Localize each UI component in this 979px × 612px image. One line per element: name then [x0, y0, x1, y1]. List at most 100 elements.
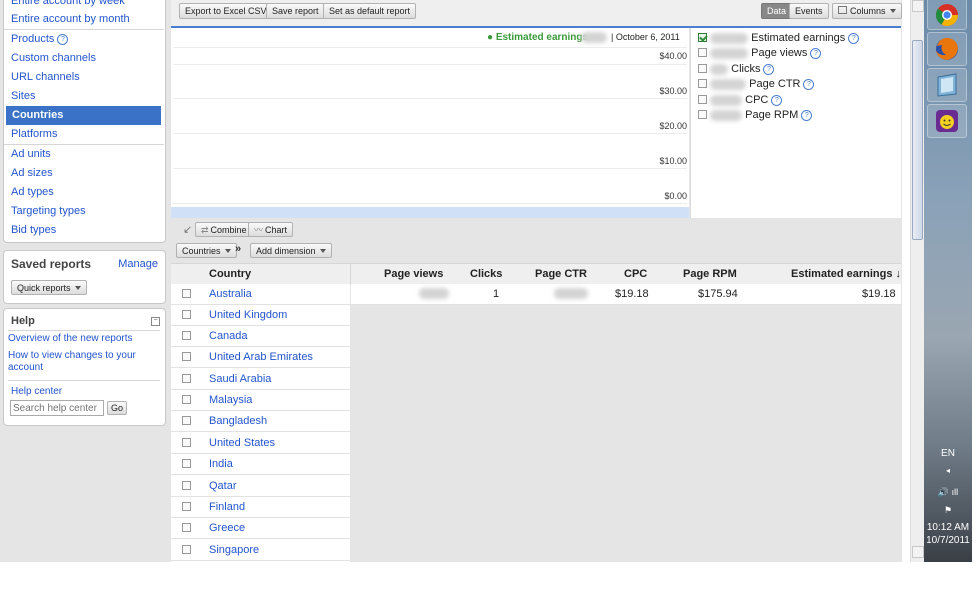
help-link-overview[interactable]: Overview of the new reports: [8, 333, 158, 344]
help-icon[interactable]: ?: [803, 79, 815, 90]
checkbox-icon[interactable]: [698, 64, 707, 73]
table-row[interactable]: Bangladesh: [171, 411, 350, 432]
help-search-go-button[interactable]: Go: [107, 401, 128, 415]
nav-item-targeting-types[interactable]: Targeting types: [5, 202, 162, 221]
column-header-page-views[interactable]: Page views: [384, 268, 443, 280]
save-report-button[interactable]: Save report: [266, 3, 325, 19]
add-dimension-dropdown[interactable]: Add dimension: [250, 243, 332, 258]
checkbox-checked-icon[interactable]: [698, 33, 707, 42]
metric-page-rpm[interactable]: Page RPM?: [698, 108, 813, 122]
manage-link[interactable]: Manage: [118, 258, 158, 270]
scroll-thumb[interactable]: [912, 40, 923, 240]
chart-button[interactable]: 〰 Chart: [248, 222, 294, 237]
chart-range-bar[interactable]: [171, 207, 689, 218]
scroll-up-arrow[interactable]: [912, 0, 924, 12]
nav-item-ad-sizes[interactable]: Ad sizes: [5, 164, 162, 183]
row-checkbox[interactable]: [182, 523, 191, 532]
nav-item-platforms[interactable]: Platforms: [5, 125, 162, 144]
column-header-clicks[interactable]: Clicks: [470, 268, 502, 280]
clock-date[interactable]: 10/7/2011: [924, 535, 972, 546]
metric-estimated-earnings[interactable]: Estimated earnings?: [698, 31, 860, 45]
row-checkbox[interactable]: [182, 545, 191, 554]
nav-item-ad-types[interactable]: Ad types: [5, 183, 162, 202]
collapse-icon[interactable]: −: [151, 317, 160, 326]
row-checkbox[interactable]: [182, 395, 191, 404]
nav-item-bid-types[interactable]: Bid types: [5, 221, 162, 240]
yahoo-messenger-icon[interactable]: [927, 104, 967, 138]
country-link[interactable]: India: [209, 458, 233, 470]
help-icon[interactable]: ?: [801, 110, 813, 121]
row-checkbox[interactable]: [182, 374, 191, 383]
combine-button[interactable]: ⇄ Combine: [195, 222, 253, 237]
help-search-input[interactable]: [10, 400, 104, 416]
action-center-flag-icon[interactable]: ⚑: [924, 505, 972, 516]
table-row[interactable]: United Arab Emirates: [171, 347, 350, 368]
nav-item-url-channels[interactable]: URL channels: [5, 68, 162, 87]
table-row[interactable]: Malaysia: [171, 390, 350, 411]
checkbox-icon[interactable]: [698, 79, 707, 88]
table-row[interactable]: United Kingdom: [171, 305, 350, 326]
help-icon[interactable]: ?: [763, 64, 775, 75]
metric-clicks[interactable]: Clicks?: [698, 62, 775, 76]
chrome-icon[interactable]: [927, 0, 967, 30]
table-row[interactable]: Greece: [171, 518, 350, 539]
column-header-cpc[interactable]: CPC: [624, 268, 647, 280]
country-link[interactable]: Qatar: [209, 480, 237, 492]
country-link[interactable]: Saudi Arabia: [209, 373, 271, 385]
language-indicator[interactable]: EN: [924, 448, 972, 459]
nav-item-products[interactable]: Products?: [5, 30, 162, 49]
checkbox-icon[interactable]: [698, 110, 707, 119]
countries-dimension-dropdown[interactable]: Countries: [176, 243, 237, 258]
row-checkbox[interactable]: [182, 502, 191, 511]
country-link[interactable]: United States: [209, 437, 275, 449]
export-csv-button[interactable]: Export to Excel CSV: [179, 3, 273, 19]
row-checkbox[interactable]: [182, 310, 191, 319]
clock-time[interactable]: 10:12 AM: [924, 522, 972, 533]
table-row[interactable]: Finland: [171, 497, 350, 518]
help-icon[interactable]: ?: [810, 48, 822, 59]
column-header-page-rpm[interactable]: Page RPM: [683, 268, 737, 280]
row-checkbox[interactable]: [182, 331, 191, 340]
nav-item-custom-channels[interactable]: Custom channels: [5, 49, 162, 68]
rotate-icon[interactable]: ↙: [183, 223, 192, 236]
help-icon[interactable]: ?: [848, 33, 860, 44]
quick-reports-dropdown[interactable]: Quick reports: [11, 280, 87, 295]
firefox-icon[interactable]: [927, 32, 967, 66]
help-icon[interactable]: ?: [57, 34, 69, 45]
country-link[interactable]: United Kingdom: [209, 309, 287, 321]
metric-page-views[interactable]: Page views?: [698, 46, 822, 60]
table-row[interactable]: Qatar: [171, 476, 350, 497]
table-row[interactable]: United States: [171, 433, 350, 454]
row-checkbox[interactable]: [182, 352, 191, 361]
country-link[interactable]: Finland: [209, 501, 245, 513]
column-header-estimated-earnings[interactable]: Estimated earnings ↓: [791, 268, 901, 280]
window-app-icon[interactable]: [927, 68, 967, 102]
country-link[interactable]: Bangladesh: [209, 415, 267, 427]
nav-item-sites[interactable]: Sites: [5, 87, 162, 106]
table-row[interactable]: Australia: [171, 284, 350, 305]
scroll-down-arrow[interactable]: [912, 546, 924, 558]
help-link-view-changes[interactable]: How to view changes to your account: [8, 350, 158, 374]
column-header-country[interactable]: Country: [209, 268, 251, 280]
data-toggle-button[interactable]: Data: [761, 3, 793, 19]
checkbox-icon[interactable]: [698, 95, 707, 104]
checkbox-icon[interactable]: [698, 48, 707, 57]
row-checkbox[interactable]: [182, 416, 191, 425]
row-checkbox[interactable]: [182, 459, 191, 468]
nav-item-entire-account-by-month[interactable]: Entire account by month: [5, 10, 162, 29]
table-row[interactable]: India: [171, 454, 350, 475]
nav-item-ad-units[interactable]: Ad units: [5, 145, 162, 164]
metric-cpc[interactable]: CPC?: [698, 93, 783, 107]
country-link[interactable]: Malaysia: [209, 394, 252, 406]
help-center-link[interactable]: Help center: [11, 386, 62, 397]
table-row[interactable]: Saudi Arabia: [171, 369, 350, 390]
country-link[interactable]: United Arab Emirates: [209, 351, 313, 363]
table-row[interactable]: Singapore: [171, 540, 350, 561]
country-link[interactable]: Canada: [209, 330, 248, 342]
country-link[interactable]: Australia: [209, 288, 252, 300]
row-checkbox[interactable]: [182, 438, 191, 447]
country-link[interactable]: Singapore: [209, 544, 259, 556]
metric-page-ctr[interactable]: Page CTR?: [698, 77, 815, 91]
events-toggle-button[interactable]: Events: [789, 3, 829, 19]
row-checkbox[interactable]: [182, 289, 191, 298]
